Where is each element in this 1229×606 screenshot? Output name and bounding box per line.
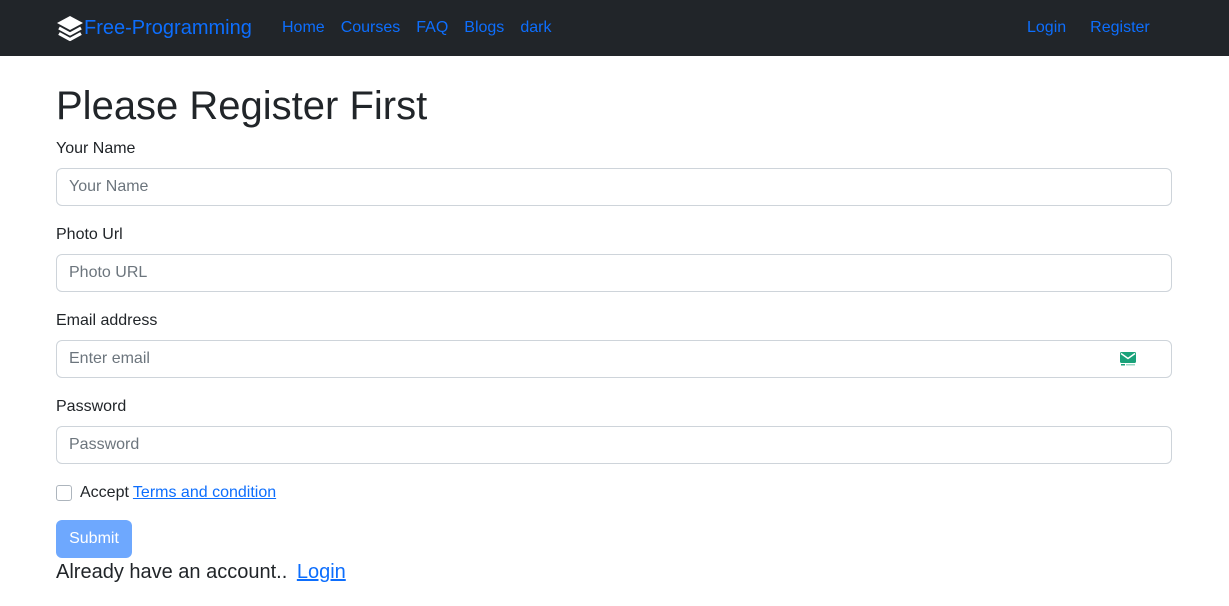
theme-toggle[interactable]: dark <box>520 17 551 39</box>
submit-button[interactable]: Submit <box>56 520 132 558</box>
name-input[interactable] <box>56 168 1172 206</box>
nav-register[interactable]: Register <box>1090 17 1150 39</box>
nav-links: Home Courses FAQ Blogs dark <box>282 17 551 39</box>
nav-home[interactable]: Home <box>282 17 325 39</box>
email-input[interactable] <box>56 340 1172 378</box>
nav-login[interactable]: Login <box>1027 17 1066 39</box>
nav-auth-links: Login Register <box>1027 17 1150 39</box>
password-input[interactable] <box>56 426 1172 464</box>
terms-checkbox[interactable] <box>56 485 72 501</box>
login-prompt: Already have an account.. Login <box>56 559 346 585</box>
brand-name[interactable]: Free-Programming <box>84 14 252 42</box>
accept-label: Accept <box>80 484 129 501</box>
page-title: Please Register First <box>56 84 428 128</box>
brand[interactable]: Free-Programming <box>56 14 252 42</box>
photo-url-input[interactable] <box>56 254 1172 292</box>
nav-courses[interactable]: Courses <box>341 17 401 39</box>
login-link[interactable]: Login <box>297 561 346 583</box>
terms-link[interactable]: Terms and condition <box>133 484 276 502</box>
login-prompt-text: Already have an account.. <box>56 561 288 583</box>
navbar: Free-Programming Home Courses FAQ Blogs … <box>0 0 1229 56</box>
email-label: Email address <box>56 312 158 329</box>
nav-faq[interactable]: FAQ <box>416 17 448 39</box>
password-label: Password <box>56 398 127 415</box>
mail-autofill-icon[interactable] <box>1120 352 1136 366</box>
layers-icon <box>56 14 84 42</box>
nav-blogs[interactable]: Blogs <box>464 17 504 39</box>
photo-label: Photo Url <box>56 226 123 243</box>
terms-row: Accept Terms and condition <box>56 482 276 504</box>
name-label: Your Name <box>56 140 136 157</box>
